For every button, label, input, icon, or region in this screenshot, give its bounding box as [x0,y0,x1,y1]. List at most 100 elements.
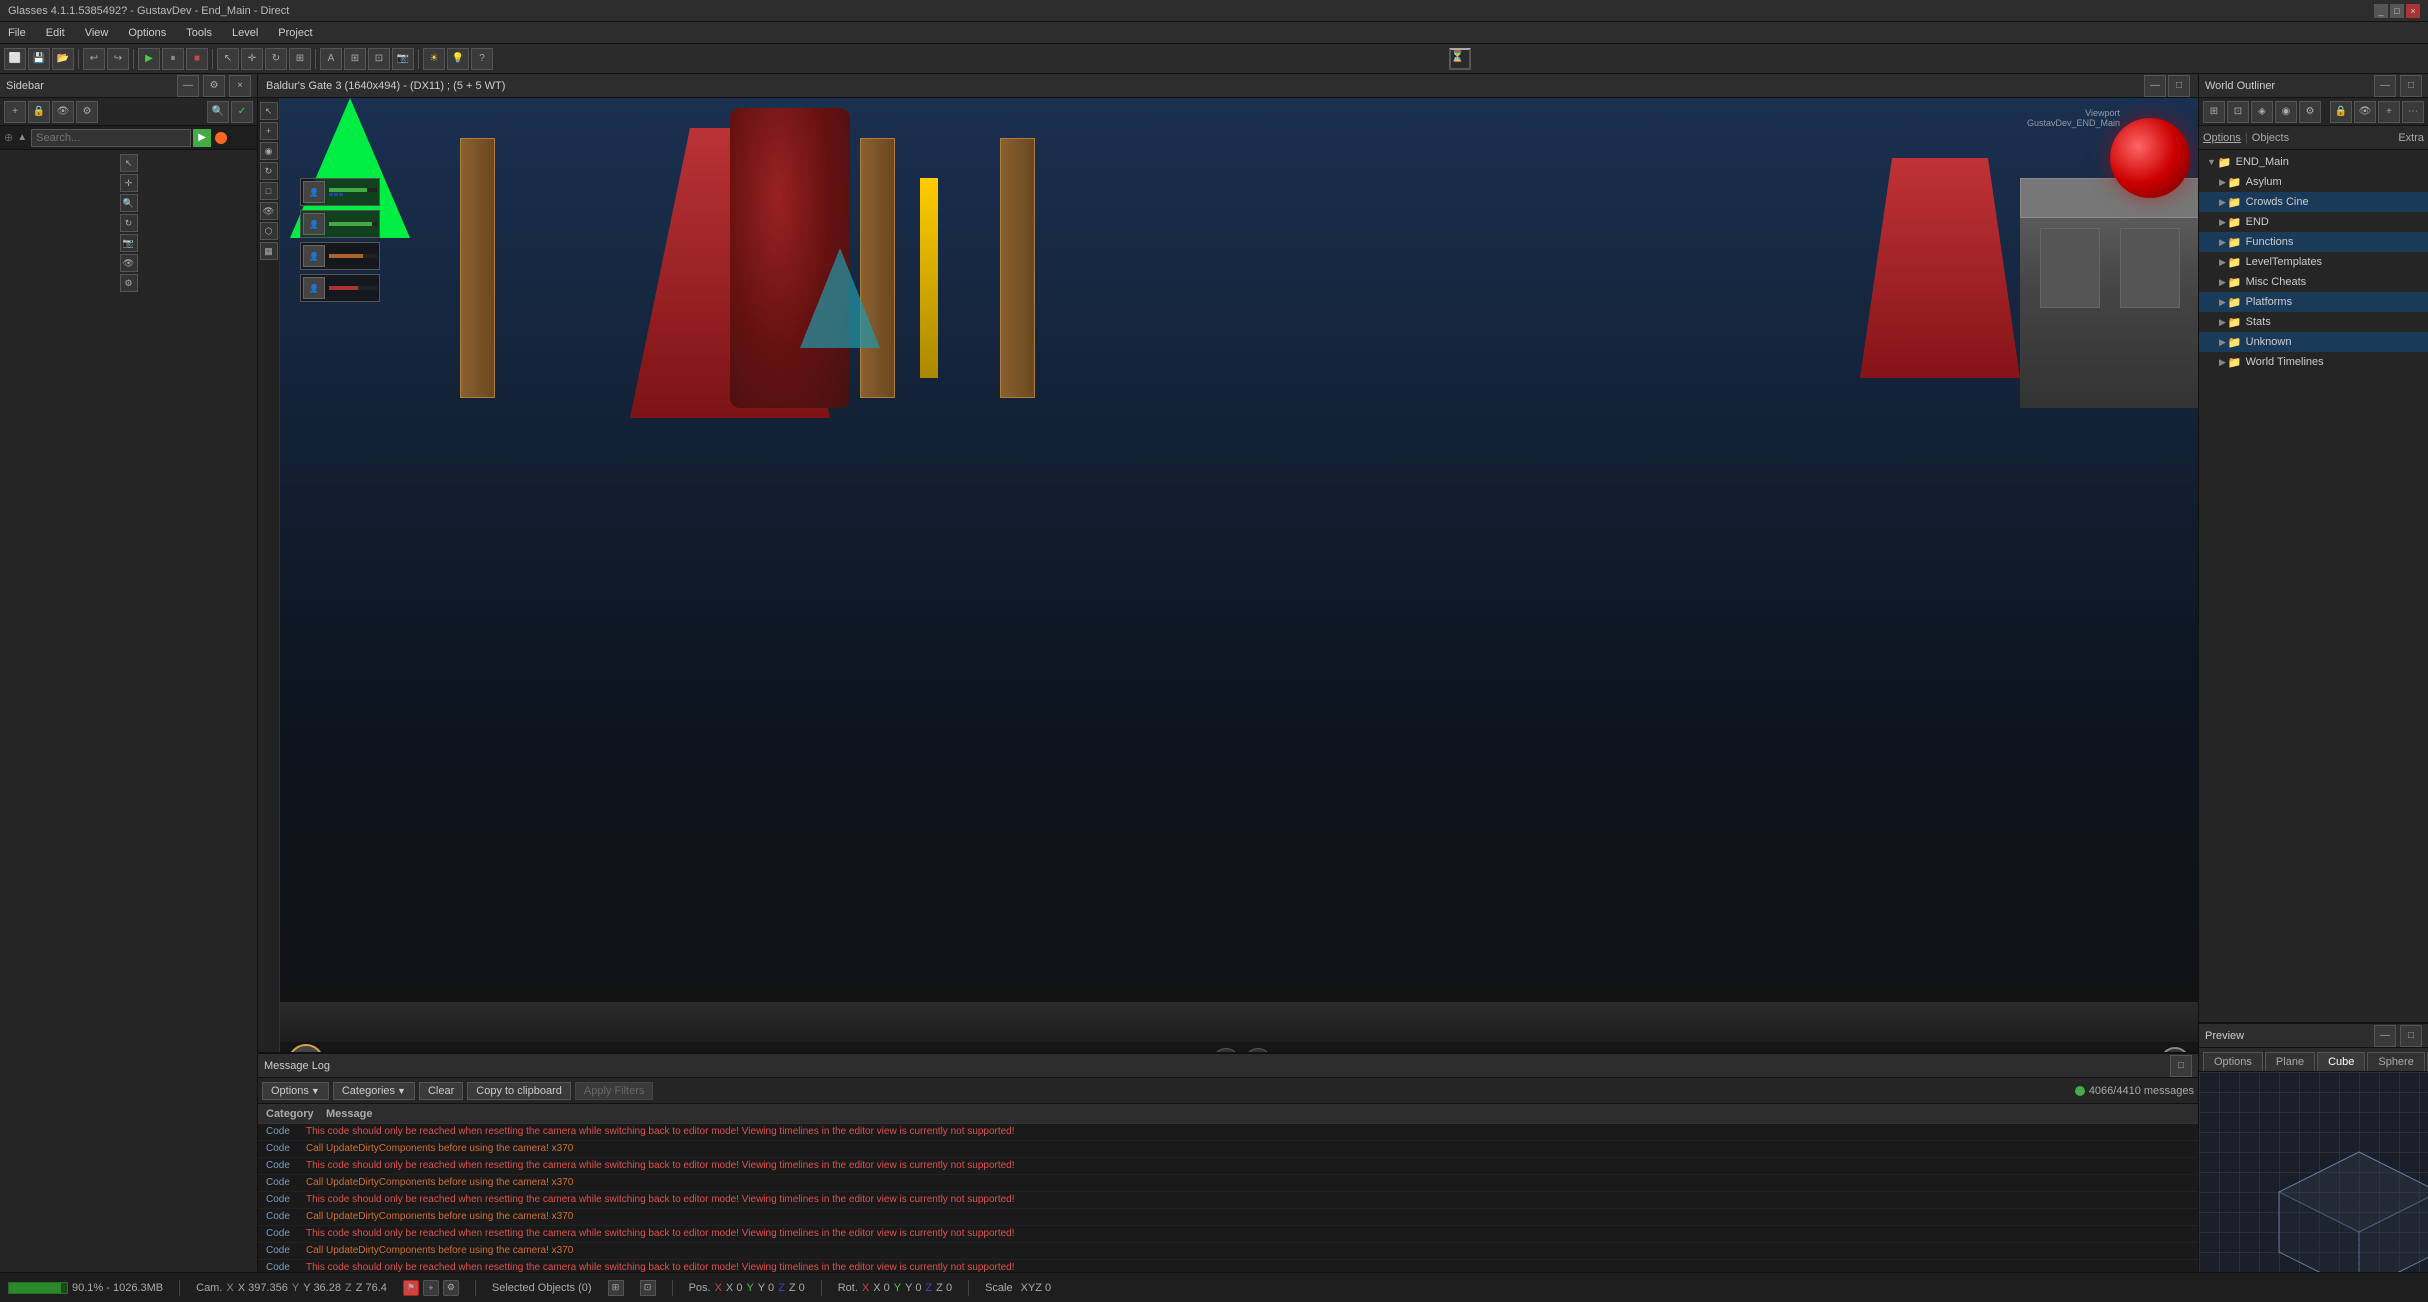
sidebar-add-btn[interactable]: + [4,101,26,123]
outliner-item-platforms[interactable]: ▶ 📁 Platforms [2199,292,2428,312]
outliner-item-misc-cheats[interactable]: ▶ 📁 Misc Cheats [2199,272,2428,292]
toolbar-btn-play[interactable]: ▶ [138,48,160,70]
msg-categories-btn[interactable]: Categories ▼ [333,1082,415,1100]
sidebar-search-go-btn[interactable]: ▶ [193,129,211,147]
toolbar-btn-4[interactable]: ↩ [83,48,105,70]
outliner-item-stats[interactable]: ▶ 📁 Stats [2199,312,2428,332]
toolbar-btn-2[interactable]: 💾 [28,48,50,70]
sidebar-gear-btn[interactable]: ⚙ [76,101,98,123]
msg-expand-btn[interactable]: □ [2170,1055,2192,1077]
outliner-item-leveltemplates[interactable]: ▶ 📁 LevelTemplates [2199,252,2428,272]
menu-options[interactable]: Options [124,25,170,41]
outliner-objects-label[interactable]: Objects [2252,132,2289,144]
outliner-icon-3[interactable]: ◈ [2251,101,2273,123]
toolbar-btn-3[interactable]: 📂 [52,48,74,70]
toolbar-btn-stop[interactable]: ■ [186,48,208,70]
msg-apply-btn[interactable]: Apply Filters [575,1082,654,1100]
viewport-minimize-btn[interactable]: — [2144,75,2166,97]
outliner-options-label[interactable]: Options [2203,132,2241,144]
msg-copy-btn[interactable]: Copy to clipboard [467,1082,571,1100]
toolbar-btn-5[interactable]: ↪ [107,48,129,70]
sidebar-collapse-icon[interactable]: ▲ [17,132,27,143]
sidebar-check-btn[interactable]: ✓ [231,101,253,123]
outliner-item-asylum[interactable]: ▶ 📁 Asylum [2199,172,2428,192]
toolbar-btn-snap[interactable]: ⊡ [368,48,390,70]
close-button[interactable]: × [2406,4,2420,18]
outliner-icon-1[interactable]: ⊞ [2203,101,2225,123]
sidebar-close-btn[interactable]: × [229,75,251,97]
toolbar-btn-light2[interactable]: 💡 [447,48,469,70]
maximize-button[interactable]: □ [2390,4,2404,18]
vp-nav-5[interactable]: ▦ [260,242,278,260]
vp-nav-camera[interactable]: □ [260,182,278,200]
outliner-icon-4[interactable]: ◉ [2275,101,2297,123]
status-cam-icon-3[interactable]: ⚙ [443,1280,459,1296]
preview-tab-cube[interactable]: Cube [2317,1052,2365,1071]
outliner-root[interactable]: ▼ 📁 END_Main [2199,152,2428,172]
sidebar-eye-btn[interactable]: 👁 [52,101,74,123]
minimize-button[interactable]: _ [2374,4,2388,18]
preview-tab-sphere[interactable]: Sphere [2367,1052,2424,1071]
menu-edit[interactable]: Edit [42,25,69,41]
sidebar-search-btn[interactable]: 🔍 [207,101,229,123]
status-cam-icon-1[interactable]: ⚑ [403,1280,419,1296]
toolbar-btn-a[interactable]: A [320,48,342,70]
sidebar-minimize-btn[interactable]: — [177,75,199,97]
nav-move-btn[interactable]: ✛ [120,174,138,192]
toolbar-btn-grid[interactable]: ⊞ [344,48,366,70]
preview-minimize-btn[interactable]: — [2374,1025,2396,1047]
nav-zoom-btn[interactable]: 🔍 [120,194,138,212]
msg-options-btn[interactable]: Options ▼ [262,1082,329,1100]
toolbar-btn-light1[interactable]: ☀ [423,48,445,70]
viewport[interactable]: ↖ + ◉ ↻ □ 👁 ⬡ ▦ [258,98,2198,1082]
vp-nav-move[interactable]: + [260,122,278,140]
outliner-expand-btn[interactable]: □ [2400,75,2422,97]
outliner-extra-label[interactable]: Extra [2398,132,2424,144]
outliner-item-crowds-cine[interactable]: ▶ 📁 Crowds Cine [2199,192,2428,212]
toolbar-btn-1[interactable]: ⬜ [4,48,26,70]
vp-nav-cursor[interactable]: ↖ [260,102,278,120]
status-selected-icon[interactable]: ⊞ [608,1280,624,1296]
vp-nav-eye[interactable]: 👁 [260,202,278,220]
outliner-icon-lock[interactable]: 🔒 [2330,101,2352,123]
menu-tools[interactable]: Tools [182,25,216,41]
sidebar-lock-btn[interactable]: 🔒 [28,101,50,123]
sidebar-search-input[interactable] [31,129,191,147]
vp-nav-4[interactable]: ⬡ [260,222,278,240]
outliner-item-functions[interactable]: ▶ 📁 Functions [2199,232,2428,252]
menu-level[interactable]: Level [228,25,262,41]
vp-nav-sphere[interactable]: ◉ [260,142,278,160]
msg-clear-btn[interactable]: Clear [419,1082,463,1100]
outliner-item-unknown[interactable]: ▶ 📁 Unknown [2199,332,2428,352]
menu-view[interactable]: View [81,25,113,41]
viewport-expand-btn[interactable]: □ [2168,75,2190,97]
status-cam-icon-2[interactable]: + [423,1280,439,1296]
vp-nav-rotate[interactable]: ↻ [260,162,278,180]
toolbar-btn-scale[interactable]: ⊞ [289,48,311,70]
outliner-icon-extra[interactable]: ⋯ [2402,101,2424,123]
menu-project[interactable]: Project [274,25,316,41]
outliner-icon-2[interactable]: ⊡ [2227,101,2249,123]
menu-file[interactable]: File [4,25,30,41]
toolbar-btn-rotate[interactable]: ↻ [265,48,287,70]
outliner-icon-add[interactable]: + [2378,101,2400,123]
outliner-icon-5[interactable]: ⚙ [2299,101,2321,123]
preview-tab-options[interactable]: Options [2203,1052,2263,1071]
outliner-minimize-btn[interactable]: — [2374,75,2396,97]
outliner-icon-eye[interactable]: 👁 [2354,101,2376,123]
toolbar-btn-cam[interactable]: 📷 [392,48,414,70]
toolbar-btn-select[interactable]: ↖ [217,48,239,70]
nav-settings-btn[interactable]: ⚙ [120,274,138,292]
sidebar-settings-btn[interactable]: ⚙ [203,75,225,97]
toolbar-btn-move[interactable]: ✛ [241,48,263,70]
toolbar-btn-help[interactable]: ? [471,48,493,70]
nav-camera-btn[interactable]: 📷 [120,234,138,252]
preview-expand-btn[interactable]: □ [2400,1025,2422,1047]
nav-rotate-btn[interactable]: ↻ [120,214,138,232]
outliner-item-end[interactable]: ▶ 📁 END [2199,212,2428,232]
status-selected-icon-2[interactable]: ⊡ [640,1280,656,1296]
nav-cursor-btn[interactable]: ↖ [120,154,138,172]
nav-eye-btn[interactable]: 👁 [120,254,138,272]
outliner-item-world-timelines[interactable]: ▶ 📁 World Timelines [2199,352,2428,372]
preview-tab-plane[interactable]: Plane [2265,1052,2315,1071]
